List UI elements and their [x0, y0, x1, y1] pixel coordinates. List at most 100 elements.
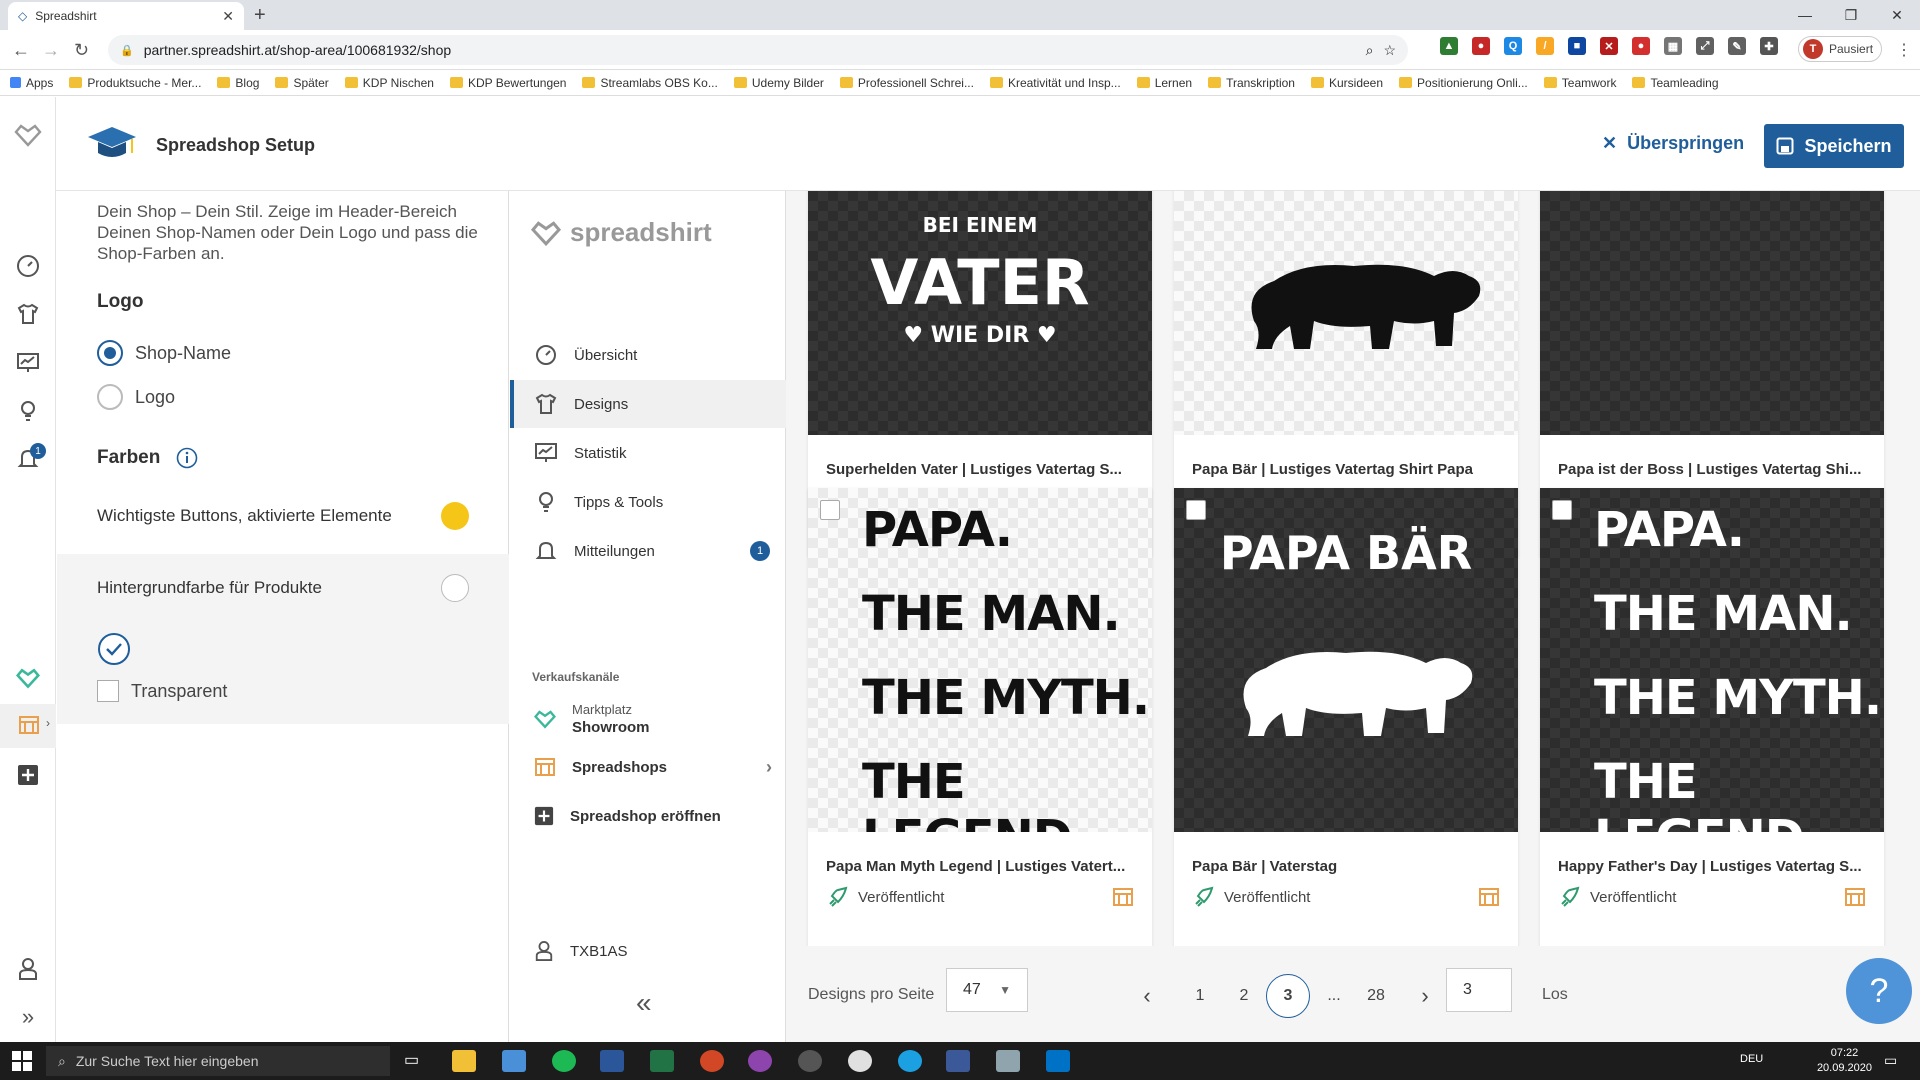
check-circle-icon[interactable]: [97, 632, 131, 666]
color-swatch-background[interactable]: [441, 574, 469, 602]
page-link[interactable]: 2: [1222, 976, 1266, 1016]
eyedropper-icon[interactable]: ✎: [1728, 37, 1746, 55]
bookmark-star-icon[interactable]: ☆: [1383, 42, 1396, 59]
bookmark-item[interactable]: Später: [275, 76, 329, 90]
extension-icon[interactable]: ⤢: [1696, 37, 1714, 55]
bookmark-item[interactable]: Produktsuche - Mer...: [69, 76, 201, 90]
bookmark-apps[interactable]: Apps: [10, 76, 53, 90]
word-icon[interactable]: [600, 1050, 624, 1072]
bookmark-item[interactable]: Streamlabs OBS Ko...: [582, 76, 718, 90]
new-tab-icon[interactable]: +: [254, 4, 266, 27]
browser-tab[interactable]: ◇ Spreadshirt ✕: [8, 2, 244, 30]
design-thumbnail[interactable]: HELDENBEI EINEMVATER♥ WIE DIR ♥: [808, 191, 1152, 435]
bookmark-item[interactable]: Blog: [217, 76, 259, 90]
extension-icon[interactable]: ▲: [1440, 37, 1458, 55]
bookmark-item[interactable]: Transkription: [1208, 76, 1295, 90]
nav-item-showroom[interactable]: Marktplatz Showroom: [534, 701, 650, 737]
nav-item-chart[interactable]: Statistik: [510, 429, 786, 477]
extension-icon[interactable]: /: [1536, 37, 1554, 55]
goto-page-input[interactable]: 3: [1446, 968, 1512, 1012]
notification-center-icon[interactable]: ▭: [1884, 1052, 1897, 1069]
design-thumbnail[interactable]: PAPA. THE MAN. THE MYTH. THE LEGEND.: [808, 488, 1152, 832]
task-view-icon[interactable]: ▭: [404, 1050, 428, 1072]
bell-icon[interactable]: 1: [14, 443, 46, 473]
mail-icon[interactable]: [502, 1050, 526, 1072]
select-checkbox[interactable]: [1186, 500, 1206, 520]
nav-item-user[interactable]: TXB1AS: [510, 927, 786, 975]
bookmark-item[interactable]: Teamleading: [1632, 76, 1719, 90]
save-button[interactable]: Speichern: [1764, 124, 1904, 168]
design-thumbnail[interactable]: PAPA BÄR: [1174, 488, 1518, 832]
profile-button[interactable]: T Pausiert: [1798, 36, 1882, 62]
app-icon[interactable]: [748, 1050, 772, 1072]
edge-icon[interactable]: [898, 1050, 922, 1072]
bookmark-item[interactable]: KDP Bewertungen: [449, 76, 566, 90]
color-row-primary[interactable]: Wichtigste Buttons, aktivierte Elemente: [57, 486, 509, 546]
puzzle-icon[interactable]: ✚: [1760, 37, 1778, 55]
nav-item-dashboard[interactable]: Übersicht: [510, 331, 786, 379]
bookmark-item[interactable]: Kursideen: [1310, 76, 1383, 90]
input-language[interactable]: DEU: [1740, 1053, 1763, 1065]
adblock-icon[interactable]: ●: [1632, 37, 1650, 55]
nav-item-lightbulb[interactable]: Tipps & Tools: [510, 478, 786, 526]
taskbar-search[interactable]: ⌕ Zur Suche Text hier eingeben: [46, 1046, 390, 1076]
extension-icon[interactable]: ■: [1568, 37, 1586, 55]
dashboard-icon[interactable]: [14, 252, 42, 280]
close-window-icon[interactable]: ✕: [1874, 0, 1920, 30]
spreadshirt-logo-icon[interactable]: [14, 121, 42, 149]
shop-icon[interactable]: [1844, 886, 1866, 908]
outlook-icon[interactable]: [1046, 1050, 1070, 1072]
goto-button[interactable]: Los: [1542, 986, 1568, 1004]
bookmark-item[interactable]: Kreativität und Insp...: [989, 76, 1121, 90]
color-row-background[interactable]: Hintergrundfarbe für Produkte: [57, 554, 509, 622]
nav-item-open-spreadshop[interactable]: Spreadshop eröffnen: [510, 792, 786, 840]
lightbulb-icon[interactable]: [14, 397, 42, 425]
help-button[interactable]: ?: [1846, 958, 1912, 1024]
bookmark-item[interactable]: Professionell Schrei...: [839, 76, 974, 90]
next-page-icon[interactable]: ›: [1410, 976, 1440, 1016]
chart-icon[interactable]: [14, 349, 42, 377]
spotify-icon[interactable]: [552, 1050, 576, 1072]
expand-icon[interactable]: »: [14, 1003, 42, 1031]
extension-icon[interactable]: ✕: [1600, 37, 1618, 55]
design-thumbnail[interactable]: [1540, 191, 1884, 435]
back-icon[interactable]: ←: [12, 40, 30, 61]
zoom-icon[interactable]: ⌕: [1366, 42, 1374, 59]
add-shop-icon[interactable]: [14, 761, 42, 789]
spreadshirt-logo[interactable]: spreadshirt: [530, 217, 712, 248]
page-link[interactable]: 1: [1178, 976, 1222, 1016]
app-icon[interactable]: [946, 1050, 970, 1072]
collapse-nav-icon[interactable]: «: [636, 987, 652, 1019]
per-page-select[interactable]: 47 ▼: [946, 968, 1028, 1012]
url-bar[interactable]: 🔒 partner.spreadshirt.at/shop-area/10068…: [108, 35, 1408, 65]
bookmark-item[interactable]: Teamwork: [1543, 76, 1616, 90]
bookmark-item[interactable]: KDP Nischen: [344, 76, 434, 90]
bookmark-item[interactable]: Positionierung Onli...: [1399, 76, 1528, 90]
transparent-checkbox[interactable]: Transparent: [97, 680, 227, 702]
bookmark-item[interactable]: Lernen: [1136, 76, 1192, 90]
page-link[interactable]: 28: [1354, 976, 1398, 1016]
nav-item-spreadshops[interactable]: Spreadshops ›: [510, 743, 786, 791]
app-icon[interactable]: [996, 1050, 1020, 1072]
page-current[interactable]: 3: [1266, 974, 1310, 1018]
skip-button[interactable]: ✕ Überspringen: [1602, 133, 1744, 154]
design-card[interactable]: PAPA BÄR Papa Bär | Vaterstag Veröffentlic…: [1174, 488, 1518, 954]
minimize-icon[interactable]: —: [1782, 0, 1828, 30]
forward-icon[interactable]: →: [42, 40, 60, 61]
radio-logo[interactable]: Logo: [97, 384, 175, 410]
user-icon[interactable]: [14, 955, 42, 983]
spreadshops-rail-item[interactable]: ›: [0, 704, 56, 748]
reload-icon[interactable]: ↻: [74, 40, 89, 61]
marketplace-icon[interactable]: [14, 664, 42, 692]
extension-icon[interactable]: ▦: [1664, 37, 1682, 55]
windows-start-icon[interactable]: [12, 1051, 32, 1071]
color-swatch-primary[interactable]: [441, 502, 469, 530]
shop-icon[interactable]: [1112, 886, 1134, 908]
shop-icon[interactable]: [1478, 886, 1500, 908]
restore-icon[interactable]: ❐: [1828, 0, 1874, 30]
design-card[interactable]: PAPA. THE MAN. THE MYTH. THE LEGEND. Papa Ma…: [808, 488, 1152, 954]
close-tab-icon[interactable]: ✕: [222, 8, 234, 25]
excel-icon[interactable]: [650, 1050, 674, 1072]
nav-item-bell[interactable]: Mitteilungen 1: [510, 527, 786, 575]
tshirt-icon[interactable]: [14, 300, 42, 328]
